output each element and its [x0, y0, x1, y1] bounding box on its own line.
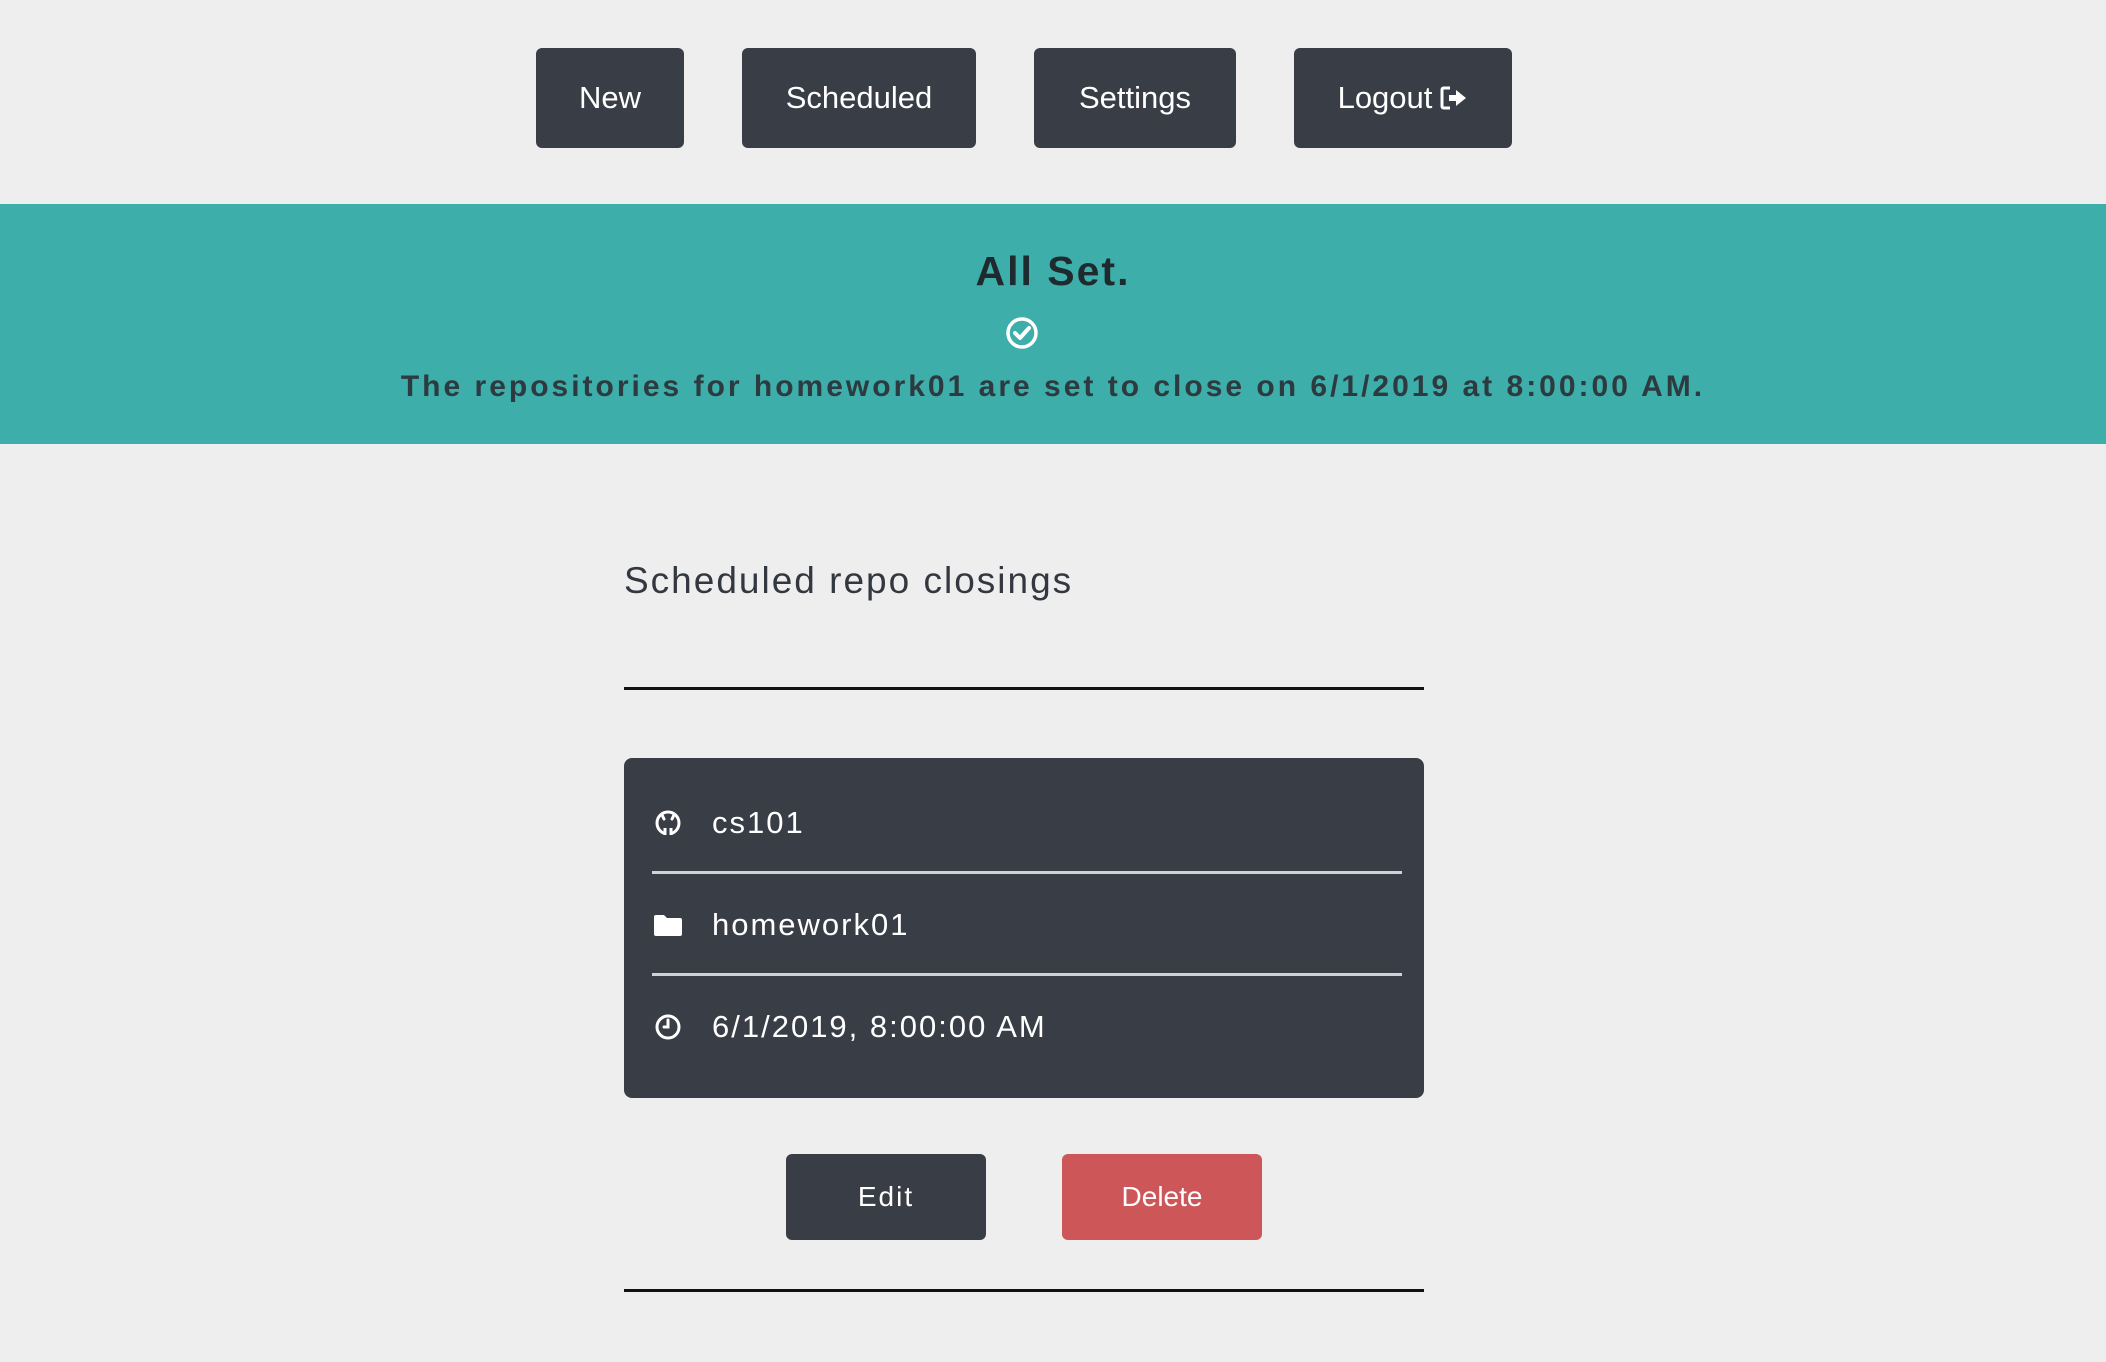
closing-datetime: 6/1/2019, 8:00:00 AM — [712, 1009, 1047, 1044]
section-divider-top — [624, 687, 1424, 690]
organization-row: cs101 — [652, 793, 1402, 853]
clock-icon — [652, 1011, 684, 1043]
assignment-row: homework01 — [652, 895, 1402, 955]
logout-button-label: Logout — [1337, 80, 1433, 115]
assignment-name: homework01 — [712, 907, 910, 942]
new-button-label: New — [578, 80, 641, 115]
success-banner: All Set. The repositories for homework01… — [0, 204, 2106, 444]
settings-button-label: Settings — [1078, 80, 1191, 115]
logout-button[interactable]: Logout — [1294, 48, 1512, 148]
edit-button[interactable]: Edit — [786, 1154, 986, 1240]
check-circle-icon — [1005, 316, 1039, 350]
scheduled-button-label: Scheduled — [785, 80, 933, 115]
github-icon — [652, 807, 684, 839]
closing-card: cs101 homework01 6/1/2019, 8:00:00 AM — [624, 758, 1424, 1098]
delete-button[interactable]: Delete — [1062, 1154, 1262, 1240]
scheduled-button[interactable]: Scheduled — [742, 48, 976, 148]
new-button[interactable]: New — [536, 48, 684, 148]
card-divider — [652, 973, 1402, 976]
banner-title: All Set. — [975, 248, 1131, 294]
delete-button-label: Delete — [1121, 1181, 1203, 1212]
card-divider — [652, 871, 1402, 874]
top-nav: New Scheduled Settings Logout — [0, 48, 2106, 148]
section-title: Scheduled repo closings — [624, 560, 1074, 601]
banner-message: The repositories for homework01 are set … — [400, 370, 1706, 403]
edit-button-label: Edit — [857, 1181, 915, 1212]
sign-out-icon — [1440, 85, 1468, 111]
settings-button[interactable]: Settings — [1034, 48, 1236, 148]
datetime-row: 6/1/2019, 8:00:00 AM — [652, 997, 1402, 1057]
section-divider-bottom — [624, 1289, 1424, 1292]
organization-name: cs101 — [712, 805, 805, 840]
folder-icon — [652, 909, 684, 941]
